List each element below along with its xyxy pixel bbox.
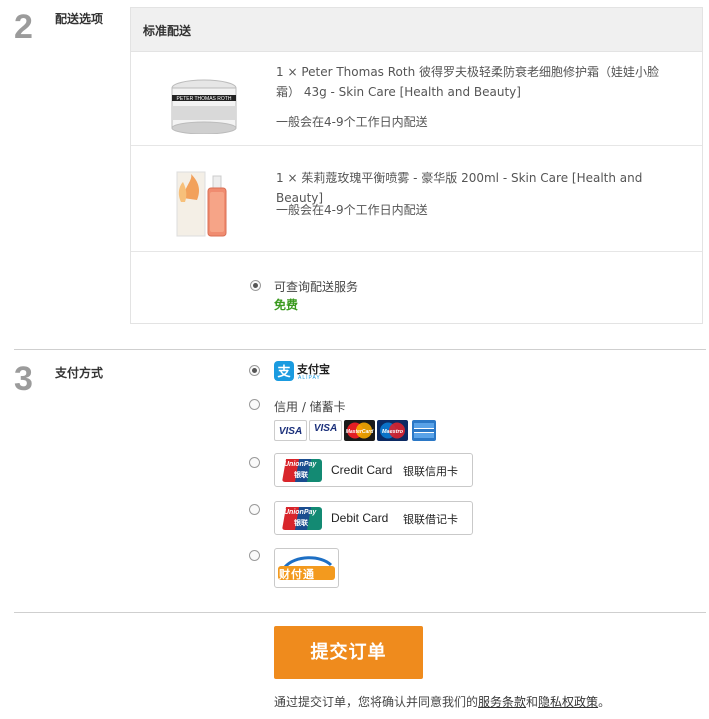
- unionpay-debit-radio[interactable]: [249, 504, 260, 515]
- visa-electron-icon: VISA: [309, 420, 342, 441]
- card-payment-label: 信用 / 储蓄卡: [274, 400, 346, 414]
- unionpay-credit-label: Credit Card: [331, 463, 393, 477]
- step-number-payment: 3: [14, 360, 33, 398]
- svg-text:MasterCard: MasterCard: [346, 429, 374, 435]
- svg-text:Maestro: Maestro: [382, 429, 404, 435]
- tenpay-logo-text: 财付通: [279, 568, 315, 581]
- unionpay-credit-label-cn: 银联信用卡: [403, 465, 458, 478]
- svg-text:PETER THOMAS ROTH: PETER THOMAS ROTH: [177, 96, 232, 102]
- alipay-logo[interactable]: 支 支付宝 ALIPAY: [274, 361, 334, 383]
- cream-jar-image: PETER THOMAS ROTH: [169, 78, 239, 138]
- card-payment-radio[interactable]: [249, 399, 260, 410]
- delivery-option-price: 免费: [274, 298, 299, 312]
- shipping-box: 标准配送 PETER THOMAS ROTH 1 × Peter Thomas …: [130, 7, 703, 324]
- product-eta: 一般会在4-9个工作日内配送: [276, 115, 428, 129]
- mastercard-icon: MasterCard: [344, 420, 375, 441]
- delivery-section-title: 配送选项: [55, 12, 104, 26]
- unionpay-icon: UnionPay 银联: [282, 507, 322, 530]
- unionpay-credit-radio[interactable]: [249, 457, 260, 468]
- privacy-policy-link[interactable]: 隐私权政策: [538, 695, 598, 709]
- delivery-option-radio[interactable]: [250, 280, 261, 291]
- alipay-logo-en: ALIPAY: [298, 375, 321, 381]
- unionpay-debit-label-cn: 银联借记卡: [403, 513, 458, 526]
- terms-and: 和: [526, 695, 539, 709]
- visa-icon: VISA: [274, 420, 307, 441]
- shipping-header: 标准配送: [131, 8, 702, 52]
- product-name: 1 × Peter Thomas Roth 彼得罗夫极轻柔防衰老细胞修护霜（娃娃…: [276, 65, 659, 99]
- unionpay-debit-label: Debit Card: [331, 511, 389, 525]
- delivery-option-label: 可查询配送服务: [274, 280, 359, 294]
- tenpay-option[interactable]: 财付通: [274, 548, 339, 588]
- unionpay-icon: UnionPay 银联: [282, 459, 322, 482]
- row-divider: [131, 251, 702, 252]
- terms-suffix: 。: [598, 695, 611, 709]
- alipay-radio[interactable]: [249, 365, 260, 376]
- submit-order-button[interactable]: 提交订单: [274, 626, 423, 679]
- unionpay-credit-option[interactable]: UnionPay 银联 Credit Card 银联信用卡: [274, 453, 473, 487]
- terms-notice: 通过提交订单，您将确认并同意我们的服务条款和隐私权政策。: [274, 693, 610, 710]
- shipping-method-title: 标准配送: [143, 24, 192, 38]
- svg-text:支: 支: [276, 364, 291, 380]
- amex-icon: [412, 420, 436, 441]
- terms-prefix: 通过提交订单，您将确认并同意我们的: [274, 695, 479, 709]
- unionpay-debit-option[interactable]: UnionPay 银联 Debit Card 银联借记卡: [274, 501, 473, 535]
- terms-of-service-link[interactable]: 服务条款: [478, 695, 526, 709]
- row-divider: [131, 145, 702, 146]
- payment-section-title: 支付方式: [55, 366, 104, 380]
- product-eta: 一般会在4-9个工作日内配送: [276, 203, 428, 217]
- maestro-icon: Maestro: [377, 420, 408, 441]
- spray-bottle-image: [175, 168, 235, 244]
- alipay-icon: 支: [274, 361, 294, 381]
- section-divider: [14, 612, 706, 613]
- section-divider: [14, 349, 706, 350]
- tenpay-radio[interactable]: [249, 550, 260, 561]
- step-number-delivery: 2: [14, 8, 33, 46]
